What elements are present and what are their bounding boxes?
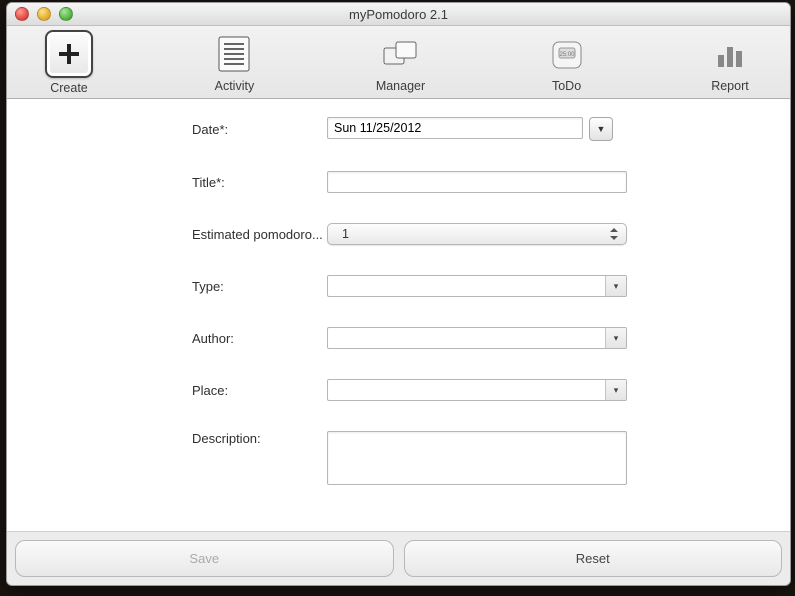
- place-combobox[interactable]: [327, 379, 627, 401]
- button-bar: Save Reset: [7, 531, 790, 585]
- description-field[interactable]: [327, 431, 627, 485]
- stacked-panels-icon: [378, 32, 422, 76]
- close-window-button[interactable]: [15, 7, 29, 21]
- window-title: myPomodoro 2.1: [7, 7, 790, 22]
- title-label: Title*:: [7, 175, 327, 190]
- plus-icon: [45, 30, 93, 78]
- description-label: Description:: [7, 431, 327, 446]
- estimated-pomodoros-select[interactable]: 1: [327, 223, 627, 245]
- timer-icon: 25:00: [545, 32, 589, 76]
- toolbar-label-manager: Manager: [376, 79, 425, 93]
- toolbar-item-manager[interactable]: Manager: [376, 32, 425, 93]
- author-label: Author:: [7, 331, 327, 346]
- create-form: Date*: ▼ Title*: Estimated pomodoro... 1: [7, 99, 790, 531]
- zoom-window-button[interactable]: [59, 7, 73, 21]
- estimated-pomodoros-value: 1: [342, 227, 349, 241]
- toolbar-label-create: Create: [50, 81, 88, 95]
- toolbar-label-activity: Activity: [215, 79, 255, 93]
- app-window: myPomodoro 2.1 Create Activity: [6, 2, 791, 586]
- place-label: Place:: [7, 383, 327, 398]
- document-lines-icon: [212, 32, 256, 76]
- date-field[interactable]: [327, 117, 583, 139]
- estimated-label: Estimated pomodoro...: [7, 227, 327, 242]
- type-combobox[interactable]: [327, 275, 627, 297]
- svg-text:25:00: 25:00: [559, 52, 575, 58]
- toolbar-item-create[interactable]: Create: [45, 30, 93, 95]
- toolbar-item-report[interactable]: Report: [708, 32, 752, 93]
- toolbar-label-report: Report: [711, 79, 749, 93]
- toolbar-item-todo[interactable]: 25:00 ToDo: [545, 32, 589, 93]
- toolbar: Create Activity: [7, 26, 790, 99]
- chevron-down-icon: ▼: [597, 124, 606, 134]
- author-combobox[interactable]: [327, 327, 627, 349]
- minimize-window-button[interactable]: [37, 7, 51, 21]
- type-label: Type:: [7, 279, 327, 294]
- toolbar-label-todo: ToDo: [552, 79, 581, 93]
- date-picker-button[interactable]: ▼: [589, 117, 613, 141]
- window-controls: [15, 7, 73, 21]
- title-field[interactable]: [327, 171, 627, 193]
- reset-button[interactable]: Reset: [404, 540, 783, 577]
- date-label: Date*:: [7, 122, 327, 137]
- toolbar-item-activity[interactable]: Activity: [212, 32, 256, 93]
- titlebar: myPomodoro 2.1: [7, 3, 790, 26]
- bar-chart-icon: [708, 32, 752, 76]
- save-button[interactable]: Save: [15, 540, 394, 577]
